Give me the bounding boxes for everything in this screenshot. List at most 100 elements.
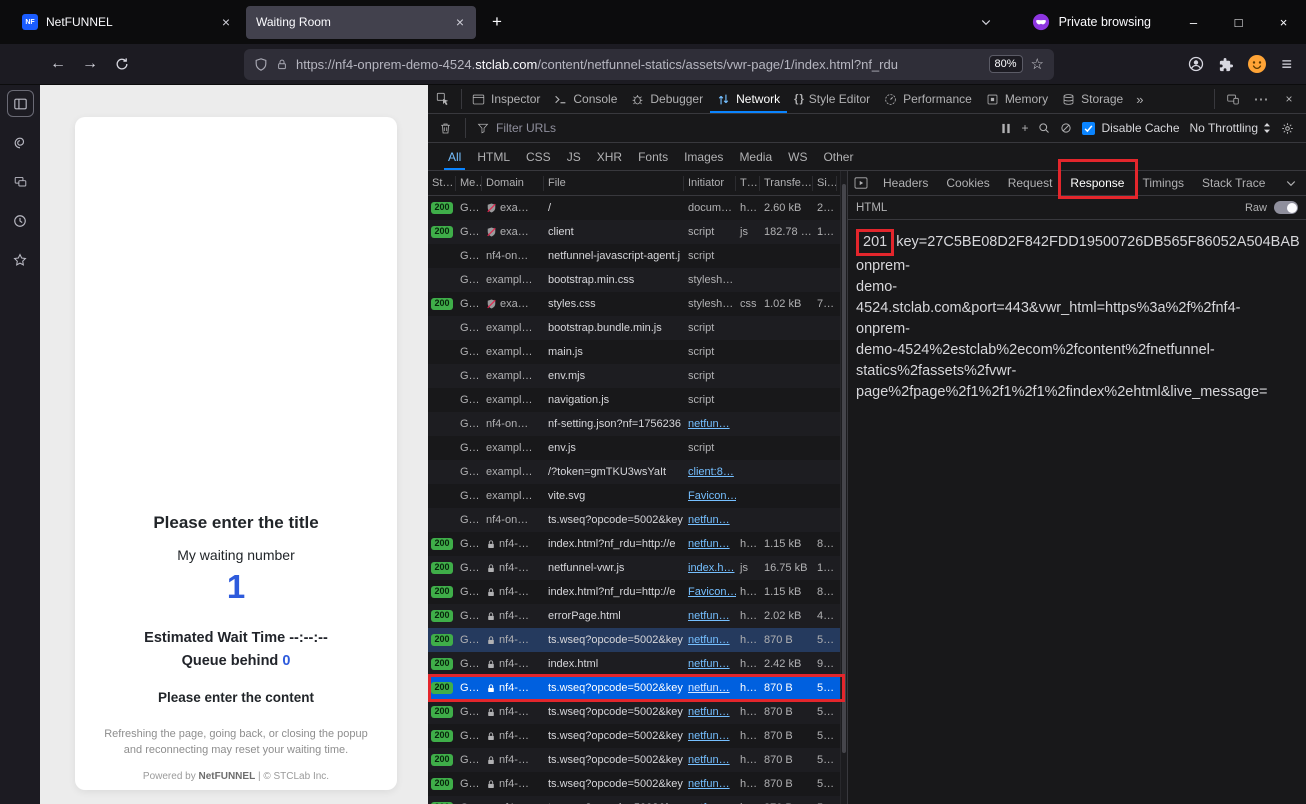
raw-toggle[interactable] [1274, 201, 1298, 214]
element-picker-icon[interactable] [428, 85, 458, 113]
disable-cache-checkbox[interactable] [1082, 122, 1095, 135]
request-row[interactable]: 200G…nf4-…index.html?nf_rdu=http://eFavi… [428, 580, 847, 604]
devtools-tab-style-editor[interactable]: { }Style Editor [787, 85, 877, 113]
filter-tab-media[interactable]: Media [731, 143, 780, 170]
request-row[interactable]: G…exampl…main.jsscript [428, 340, 847, 364]
request-row[interactable]: G…nf4-on…netfunnel-javascript-agent.jscr… [428, 244, 847, 268]
initiator-label[interactable]: netfun… [688, 778, 730, 790]
request-row[interactable]: 200G…nf4-…index.htmlnetfun…h…2.42 kB9… [428, 652, 847, 676]
devtools-tab-performance[interactable]: Performance [877, 85, 979, 113]
request-row[interactable]: G…exampl…env.jsscript [428, 436, 847, 460]
initiator-label[interactable]: Favicon… [688, 586, 736, 598]
history-button[interactable] [7, 207, 34, 234]
request-row[interactable]: 200G…nf4-…netfunnel-vwr.jsindex.h…js16.7… [428, 556, 847, 580]
request-row[interactable]: 200G…exa…clientscriptjs182.78 …1… [428, 220, 847, 244]
menu-icon[interactable]: ≡ [1281, 54, 1292, 75]
add-icon[interactable]: + [1021, 121, 1028, 135]
detail-tab-headers[interactable]: Headers [874, 171, 937, 195]
devtools-tab-storage[interactable]: Storage [1055, 85, 1130, 113]
tracking-shield-icon[interactable] [254, 57, 268, 72]
reload-button[interactable] [106, 49, 138, 79]
devtools-tab-debugger[interactable]: Debugger [624, 85, 710, 113]
close-devtools-icon[interactable]: × [1276, 85, 1302, 113]
bookmark-star-icon[interactable]: ☆ [1031, 55, 1044, 73]
filter-urls-input[interactable] [496, 121, 997, 135]
block-icon[interactable] [1060, 122, 1072, 134]
column-header-si-[interactable]: Si… [813, 176, 837, 191]
list-all-tabs-icon[interactable] [980, 16, 992, 28]
initiator-label[interactable]: netfun… [688, 418, 730, 430]
throttling-select[interactable]: No Throttling [1190, 121, 1271, 135]
request-row[interactable]: 200G…nf4-…ts.wseq?opcode=5002&keynetfun…… [428, 748, 847, 772]
devtools-menu-icon[interactable]: ⋯ [1248, 85, 1274, 113]
forward-button[interactable]: → [74, 49, 106, 79]
initiator-label[interactable]: netfun… [688, 754, 730, 766]
pause-icon[interactable] [1001, 123, 1011, 134]
request-row[interactable]: 200G…exa…styles.cssstylesh…css1.02 kB7… [428, 292, 847, 316]
more-tools-chevron[interactable]: » [1130, 85, 1149, 113]
initiator-label[interactable]: netfun… [688, 514, 730, 526]
bookmarks-button[interactable] [7, 246, 34, 273]
url-bar[interactable]: https://nf4-onprem-demo-4524.stclab.com/… [244, 49, 1054, 80]
lock-icon[interactable] [276, 58, 288, 71]
request-row[interactable]: 200G…nf4-…index.html?nf_rdu=http://enetf… [428, 532, 847, 556]
column-header-me-[interactable]: Me… [456, 176, 482, 191]
initiator-label[interactable]: index.h… [688, 562, 734, 574]
column-header-file[interactable]: File [544, 176, 684, 191]
responsive-mode-icon[interactable] [1220, 85, 1246, 113]
initiator-label[interactable]: netfun… [688, 706, 730, 718]
request-row[interactable]: 200G…nf4-…ts.wseq?opcode=5002&keynetfun…… [428, 772, 847, 796]
back-button[interactable]: ← [42, 49, 74, 79]
request-row[interactable]: 200G…nf4-…ts.wseq?opcode=5002&keynetfun…… [428, 724, 847, 748]
filter-tab-xhr[interactable]: XHR [589, 143, 630, 170]
minimize-button[interactable]: – [1171, 0, 1216, 44]
request-row[interactable]: G…exampl…vite.svgFavicon… [428, 484, 847, 508]
initiator-label[interactable]: client:8… [688, 466, 734, 478]
new-tab-button[interactable]: + [482, 7, 512, 37]
detail-tab-timings[interactable]: Timings [1133, 171, 1193, 195]
devtools-tab-inspector[interactable]: Inspector [465, 85, 547, 113]
request-row[interactable]: G…exampl…bootstrap.bundle.min.jsscript [428, 316, 847, 340]
request-row[interactable]: 200G…nf4-…errorPage.htmlnetfun…h…2.02 kB… [428, 604, 847, 628]
request-row[interactable]: 200G…nf4-…ts.wseq?opcode=5002&keynetfun…… [428, 796, 847, 804]
search-icon[interactable] [1038, 122, 1050, 134]
profile-avatar[interactable] [1247, 54, 1267, 74]
filter-tab-css[interactable]: CSS [518, 143, 559, 170]
request-row[interactable]: G…exampl…/?token=gmTKU3wsYaItclient:8… [428, 460, 847, 484]
column-header-domain[interactable]: Domain [482, 176, 544, 191]
devtools-tab-console[interactable]: Console [547, 85, 624, 113]
initiator-label[interactable]: netfun… [688, 610, 730, 622]
column-header-transfe-[interactable]: Transfe… [760, 176, 813, 191]
disable-cache-control[interactable]: Disable Cache [1082, 121, 1179, 135]
browser-tab-netfunnel[interactable]: NF NetFUNNEL × [12, 6, 242, 39]
play-panel-icon[interactable] [848, 171, 874, 195]
synced-tabs-button[interactable] [7, 168, 34, 195]
close-tab-icon[interactable]: × [220, 14, 232, 30]
filter-tab-html[interactable]: HTML [469, 143, 518, 170]
requests-scrollbar[interactable] [840, 171, 847, 804]
filter-tab-ws[interactable]: WS [780, 143, 815, 170]
account-icon[interactable] [1188, 56, 1204, 72]
initiator-label[interactable]: Favicon… [688, 490, 736, 502]
request-row[interactable]: 200G…nf4-…ts.wseq?opcode=5002&keynetfun…… [428, 628, 847, 652]
close-tab-icon[interactable]: × [454, 14, 466, 30]
browser-tab-waiting-room[interactable]: Waiting Room × [246, 6, 476, 39]
detail-tab-cookies[interactable]: Cookies [937, 171, 998, 195]
initiator-label[interactable]: netfun… [688, 730, 730, 742]
filter-tab-js[interactable]: JS [559, 143, 589, 170]
request-row[interactable]: G…exampl…env.mjsscript [428, 364, 847, 388]
column-header-st-[interactable]: St… [428, 176, 456, 191]
request-row[interactable]: 200G…nf4-…ts.wseq?opcode=5002&keynetfun…… [428, 676, 847, 700]
column-header-initiator[interactable]: Initiator [684, 176, 736, 191]
devtools-tab-memory[interactable]: Memory [979, 85, 1055, 113]
filter-tab-other[interactable]: Other [815, 143, 861, 170]
zoom-level-badge[interactable]: 80% [989, 55, 1023, 73]
initiator-label[interactable]: netfun… [688, 682, 730, 694]
detail-tab-response[interactable]: Response [1061, 171, 1133, 195]
request-row[interactable]: G…exampl…navigation.jsscript [428, 388, 847, 412]
ai-chatbot-button[interactable] [7, 129, 34, 156]
request-row[interactable]: G…nf4-on…nf-setting.json?nf=1756236netfu… [428, 412, 847, 436]
initiator-label[interactable]: netfun… [688, 658, 730, 670]
request-row[interactable]: 200G…exa…/docum…h…2.60 kB2… [428, 196, 847, 220]
extensions-icon[interactable] [1218, 57, 1233, 72]
